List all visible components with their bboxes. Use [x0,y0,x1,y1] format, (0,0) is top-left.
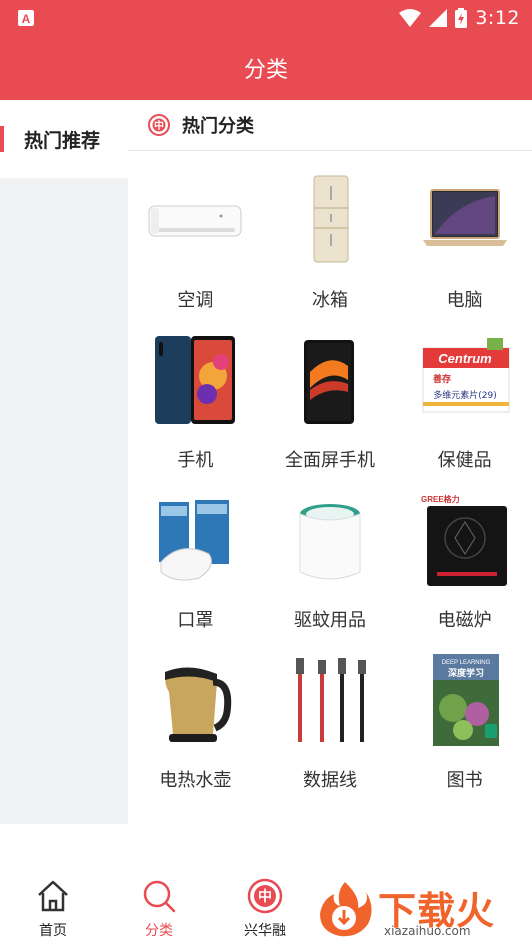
category-item-full-screen-phone[interactable]: 全面屏手机 [263,324,398,484]
category-item-data-cable[interactable]: 数据线 [263,644,398,804]
category-item-face-mask[interactable]: 口罩 [128,484,263,644]
category-label: 电磁炉 [437,610,492,631]
battery-icon [455,8,468,28]
category-label: 冰箱 [311,290,348,311]
category-item-air-conditioner[interactable]: 空调 [128,164,263,324]
section-title: 热门分类 [182,116,254,137]
nav-label: 首页 [39,923,67,939]
book-icon: DEEP LEARNING 深度学习 [432,654,499,746]
category-item-induction-cooker[interactable]: GREE格力 电磁炉 [397,484,532,644]
xinghuarong-logo-icon: 中 [148,114,170,136]
induction-cooker-icon: GREE格力 [421,494,507,586]
category-item-supplements[interactable]: Centrum 善存 多维元素片(29) 保健品 [397,324,532,484]
category-grid: 空调 冰箱 电脑 手机 全面屏手机 Centrum 善存 多维元素片(29) 保… [128,164,532,804]
svg-text:善存: 善存 [433,373,451,385]
svg-text:A: A [22,12,31,26]
nav-label: 分类 [145,923,173,939]
sidebar-item-label: 热门推荐 [24,129,101,152]
nav-xinghuarong[interactable]: 中 兴华融 [230,878,300,940]
category-item-refrigerator[interactable]: 冰箱 [263,164,398,324]
laptop-icon [422,189,507,246]
active-indicator [0,126,4,152]
category-item-mosquito-repeller[interactable]: 驱蚊用品 [263,484,398,644]
section-header: 中 热门分类 [128,100,532,151]
data-cable-icon [295,658,366,742]
nav-label: 兴华融 [244,923,286,939]
app-notification-icon: A [18,10,34,26]
category-item-laptop[interactable]: 电脑 [397,164,532,324]
wifi-icon [399,9,422,27]
sidebar-item-hot[interactable]: 热门推荐 [0,100,128,178]
category-label: 保健品 [437,450,492,471]
category-label: 空调 [177,290,214,311]
watermark: 下载火 xiazaihuo.com [314,876,528,942]
nav-category[interactable]: 分类 [124,878,194,940]
category-label: 数据线 [302,770,357,791]
status-icons: 3:12 [399,6,520,30]
category-label: 电热水壶 [159,770,232,791]
svg-text:DEEP LEARNING: DEEP LEARNING [441,660,490,666]
smartphone-icon [155,336,236,424]
electric-kettle-icon [165,667,232,742]
status-time: 3:12 [475,7,520,29]
svg-text:中: 中 [258,888,272,905]
category-item-electric-kettle[interactable]: 电热水壶 [128,644,263,804]
air-conditioner-icon [148,205,242,237]
svg-text:中: 中 [154,119,164,132]
category-label: 口罩 [177,610,214,631]
home-icon [38,880,68,912]
category-label: 全面屏手机 [284,450,375,471]
category-label: 驱蚊用品 [293,610,366,631]
watermark-url: xiazaihuo.com [384,924,471,938]
mosquito-repeller-icon [299,504,361,580]
svg-text:GREE格力: GREE格力 [421,494,460,504]
supplements-icon: Centrum 善存 多维元素片(29) [422,338,510,413]
full-screen-phone-icon [303,340,354,424]
category-label: 手机 [177,450,214,471]
svg-text:Centrum: Centrum [438,351,492,366]
status-bar: A 3:12 [0,0,532,36]
title-bar: 分类 [0,36,532,100]
refrigerator-icon [313,175,349,263]
category-item-smartphone[interactable]: 手机 [128,324,263,484]
category-label: 图书 [446,770,483,791]
signal-icon [429,9,448,27]
svg-text:深度学习: 深度学习 [448,667,484,679]
category-sidebar: 热门推荐 [0,100,128,824]
flame-logo-icon [320,882,372,937]
face-mask-icon [159,500,230,581]
nav-home[interactable]: 首页 [18,878,88,940]
svg-text:多维元素片(29): 多维元素片(29) [433,389,496,401]
category-item-book[interactable]: DEEP LEARNING 深度学习 图书 [397,644,532,804]
page-title: 分类 [243,58,288,83]
category-label: 电脑 [446,290,483,311]
search-icon [143,880,176,913]
xinghuarong-icon: 中 [247,878,283,914]
